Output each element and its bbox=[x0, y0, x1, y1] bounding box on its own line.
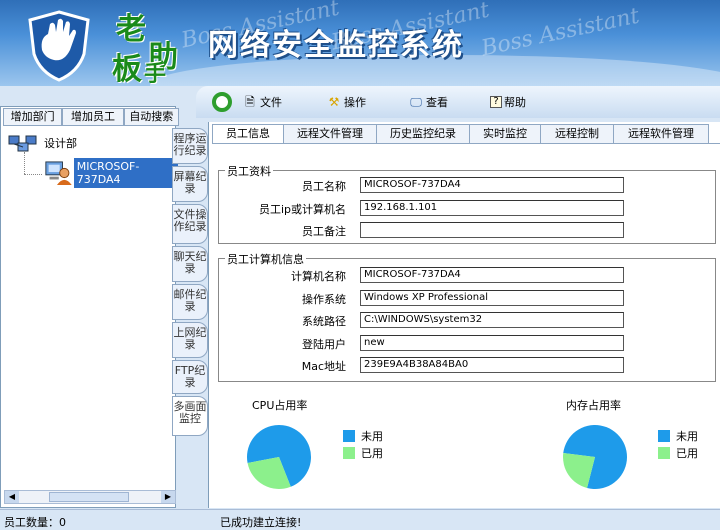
legend-swatch-unused bbox=[658, 430, 670, 442]
tree-node-computer[interactable]: MICROSOF-737DA4 bbox=[44, 158, 178, 188]
connection-ring-icon bbox=[212, 92, 232, 112]
tree-node-department[interactable]: 设计部 bbox=[8, 134, 77, 152]
system-path-label: 系统路径 bbox=[302, 315, 346, 328]
computer-label: MICROSOF-737DA4 bbox=[73, 158, 178, 188]
status-bar: 员工数量：0 已成功建立连接! bbox=[0, 509, 720, 529]
brand-char: 板 bbox=[112, 52, 142, 86]
employee-name-field[interactable]: MICROSOF-737DA4 bbox=[360, 177, 624, 193]
tab-remote-software[interactable]: 远程软件管理 bbox=[613, 124, 709, 144]
employee-name-label: 员工名称 bbox=[302, 180, 346, 193]
watermark: Boss Assistant bbox=[479, 3, 642, 62]
help-icon: ? bbox=[490, 96, 502, 108]
mac-address-label: Mac地址 bbox=[301, 360, 346, 373]
action-menu-label: 操作 bbox=[344, 96, 366, 109]
memory-usage-title: 内存占用率 bbox=[566, 399, 621, 412]
department-label: 设计部 bbox=[44, 137, 77, 150]
memory-unused-label: 未用 bbox=[676, 430, 698, 443]
file-icon: 🗎 bbox=[245, 95, 255, 109]
help-menu-button[interactable]: ? 帮助 bbox=[490, 94, 526, 110]
employee-note-field[interactable] bbox=[360, 222, 624, 238]
help-menu-label: 帮助 bbox=[504, 96, 526, 109]
employee-ip-label: 员工ip或计算机名 bbox=[258, 203, 346, 216]
tab-multi-screen[interactable]: 多画面监控 bbox=[172, 396, 208, 436]
memory-used-label: 已用 bbox=[676, 447, 698, 460]
os-label: 操作系统 bbox=[302, 293, 346, 306]
employee-info-legend: 员工资料 bbox=[225, 163, 273, 179]
file-menu-label: 文件 bbox=[260, 96, 282, 109]
login-user-field[interactable]: new bbox=[360, 335, 624, 351]
tab-realtime[interactable]: 实时监控 bbox=[469, 124, 541, 144]
scroll-left-icon[interactable]: ◀ bbox=[5, 491, 19, 503]
computer-info-legend: 员工计算机信息 bbox=[225, 251, 306, 267]
shield-hand-logo-icon bbox=[28, 10, 90, 82]
brand-char: 老 bbox=[116, 12, 146, 47]
legend-swatch-used bbox=[658, 447, 670, 459]
tab-history[interactable]: 历史监控纪录 bbox=[376, 124, 470, 144]
cpu-used-label: 已用 bbox=[361, 447, 383, 460]
file-menu-button[interactable]: 🗎 文件 bbox=[242, 94, 282, 110]
brand-char: 手 bbox=[144, 61, 167, 86]
view-menu-label: 查看 bbox=[426, 96, 448, 109]
tab-program-log[interactable]: 程序运行纪录 bbox=[172, 128, 208, 164]
legend-swatch-unused bbox=[343, 430, 355, 442]
tab-remote-control[interactable]: 远程控制 bbox=[540, 124, 614, 144]
tab-file-log[interactable]: 文件操作纪录 bbox=[172, 204, 208, 244]
view-menu-button[interactable]: 🖵 查看 bbox=[408, 94, 448, 110]
os-field[interactable]: Windows XP Professional bbox=[360, 290, 624, 306]
employee-note-label: 员工备注 bbox=[302, 225, 346, 238]
cpu-legend-unused: 未用 bbox=[343, 428, 383, 444]
tree-horizontal-scrollbar[interactable]: ◀ ▶ bbox=[4, 490, 176, 504]
network-group-icon bbox=[8, 135, 37, 152]
action-icon: ⚒ bbox=[328, 95, 340, 109]
header-banner: 老 助 板 手 网络安全监控系统 Boss Assistant Boss Ass… bbox=[0, 0, 720, 86]
tab-employee-info[interactable]: 员工信息 bbox=[212, 124, 284, 144]
computer-user-icon bbox=[45, 161, 72, 186]
scroll-right-icon[interactable]: ▶ bbox=[161, 491, 175, 503]
toolbar: 🗎 文件 ⚒ 操作 🖵 查看 ? 帮助 bbox=[196, 86, 720, 118]
computer-name-label: 计算机名称 bbox=[291, 270, 346, 283]
mac-address-field[interactable]: 239E9A4B38A84BA0 bbox=[360, 357, 624, 373]
action-menu-button[interactable]: ⚒ 操作 bbox=[326, 94, 366, 110]
cpu-usage-title: CPU占用率 bbox=[252, 399, 308, 412]
add-department-button[interactable]: 增加部门 bbox=[3, 108, 63, 126]
auto-search-button[interactable]: 自动搜索 bbox=[123, 108, 179, 126]
scroll-thumb[interactable] bbox=[49, 492, 129, 502]
memory-legend-used: 已用 bbox=[658, 445, 698, 461]
cpu-legend-used: 已用 bbox=[343, 445, 383, 461]
legend-swatch-used bbox=[343, 447, 355, 459]
cpu-unused-label: 未用 bbox=[361, 430, 383, 443]
memory-pie-chart bbox=[563, 425, 627, 489]
tab-underline bbox=[212, 143, 720, 144]
tab-web-log[interactable]: 上网纪录 bbox=[172, 322, 208, 358]
status-message: 已成功建立连接! bbox=[220, 516, 302, 529]
employee-count: 员工数量：0 bbox=[4, 516, 66, 529]
add-employee-button[interactable]: 增加员工 bbox=[62, 108, 124, 126]
system-path-field[interactable]: C:\WINDOWS\system32 bbox=[360, 312, 624, 328]
tab-remote-files[interactable]: 远程文件管理 bbox=[283, 124, 377, 144]
tab-screen-log[interactable]: 屏幕纪录 bbox=[172, 166, 208, 202]
brand-logo: 老 助 板 手 bbox=[108, 4, 188, 86]
computer-name-field[interactable]: MICROSOF-737DA4 bbox=[360, 267, 624, 283]
employee-ip-field[interactable]: 192.168.1.101 bbox=[360, 200, 624, 216]
left-tab-bar: 增加部门 增加员工 自动搜索 bbox=[3, 108, 179, 126]
memory-legend-unused: 未用 bbox=[658, 428, 698, 444]
cpu-pie-chart bbox=[247, 425, 311, 489]
tab-ftp-log[interactable]: FTP纪录 bbox=[172, 360, 208, 394]
tab-chat-log[interactable]: 聊天纪录 bbox=[172, 246, 208, 282]
tab-mail-log[interactable]: 邮件纪录 bbox=[172, 284, 208, 320]
main-tab-bar: 员工信息 远程文件管理 历史监控纪录 实时监控 远程控制 远程软件管理 bbox=[212, 124, 709, 144]
login-user-label: 登陆用户 bbox=[302, 338, 346, 351]
monitor-icon: 🖵 bbox=[410, 95, 422, 109]
